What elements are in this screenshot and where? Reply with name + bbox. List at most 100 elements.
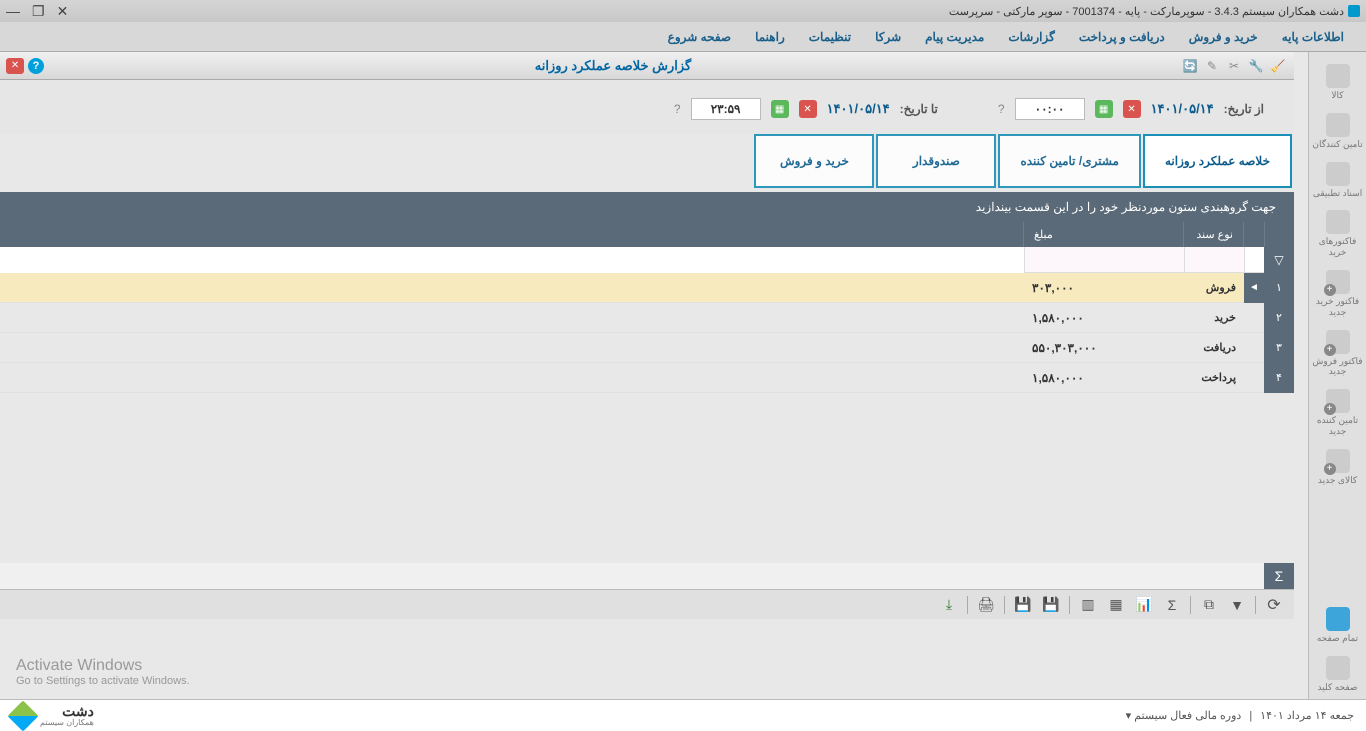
maximize-icon[interactable]: ❐	[32, 4, 45, 18]
grouping-drop-bar[interactable]: جهت گروهبندی ستون موردنظر خود را در این …	[0, 192, 1294, 222]
sidebar-label: کالا	[1331, 90, 1343, 101]
close-icon[interactable]: ✕	[57, 4, 69, 18]
menu-receive-pay[interactable]: دریافت و پرداخت	[1067, 22, 1177, 52]
from-calendar-button[interactable]: ▦	[1095, 100, 1113, 118]
chart-icon[interactable]: 📊	[1134, 595, 1154, 615]
from-help-icon[interactable]: ?	[998, 102, 1005, 116]
menu-reports[interactable]: گزارشات	[996, 22, 1066, 52]
sidebar-label: فاکتور خرید جدید	[1311, 296, 1364, 318]
sidebar-label: صفحه کلید	[1317, 682, 1357, 693]
fiscal-period-dropdown[interactable]: دوره مالی فعال سیستم ▾	[1126, 709, 1242, 722]
row-number: ۴	[1264, 363, 1294, 393]
help-button[interactable]: ?	[28, 58, 44, 74]
row-number: ۲	[1264, 303, 1294, 333]
table-row[interactable]: ۲ خرید ۱,۵۸۰,۰۰۰	[0, 303, 1294, 333]
menu-buy-sell[interactable]: خرید و فروش	[1177, 22, 1270, 52]
menu-basic-info[interactable]: اطلاعات پایه	[1270, 22, 1356, 52]
content-area: 🧹 🔧 ✂ ✎ 🔄 گزارش خلاصه عملکرد روزانه ? ✕ …	[0, 52, 1294, 699]
sidebar-item-docs[interactable]: اسناد تطبیقی	[1309, 156, 1366, 205]
sidebar-item-new-purchase[interactable]: فاکتور خرید جدید	[1309, 264, 1366, 324]
scissors-icon[interactable]: ✂	[1226, 58, 1242, 74]
filter-toolbar-icon[interactable]: ▼	[1227, 595, 1247, 615]
to-date-label: تا تاریخ:	[900, 102, 938, 116]
tab-buy-sell[interactable]: خرید و فروش	[754, 134, 874, 188]
main-menu: اطلاعات پایه خرید و فروش دریافت و پرداخت…	[0, 22, 1366, 52]
minimize-icon[interactable]: —	[6, 4, 20, 18]
from-date-value[interactable]: ۱۴۰۱/۰۵/۱۴	[1151, 101, 1214, 117]
table-row[interactable]: ۱ ◄ فروش ۳۰۳,۰۰۰	[0, 273, 1294, 303]
sidebar-item-new-sale[interactable]: فاکتور فروش جدید	[1309, 324, 1366, 384]
to-help-icon[interactable]: ?	[674, 102, 681, 116]
filter-amount-cell[interactable]	[1024, 247, 1184, 273]
to-date-group: تا تاریخ: ۱۴۰۱/۰۵/۱۴ ✕ ▦ ?	[674, 98, 938, 120]
sigma-toolbar-icon[interactable]: Σ	[1162, 595, 1182, 615]
status-right: جمعه ۱۴ مرداد ۱۴۰۱ | دوره مالی فعال سیست…	[1126, 709, 1354, 722]
header-rownum	[1264, 222, 1294, 247]
menu-settings[interactable]: تنظیمات	[797, 22, 863, 52]
sidebar-item-keyboard[interactable]: صفحه کلید	[1309, 650, 1366, 699]
table-row[interactable]: ۴ پرداخت ۱,۵۸۰,۰۰۰	[0, 363, 1294, 393]
tab-daily-summary[interactable]: خلاصه عملکرد روزانه	[1143, 134, 1292, 188]
filter-add-icon[interactable]: 🧹	[1270, 58, 1286, 74]
menu-help[interactable]: راهنما	[743, 22, 797, 52]
filter-arrow-cell	[1244, 247, 1264, 273]
tab-cashier[interactable]: صندوقدار	[876, 134, 996, 188]
menu-messages[interactable]: مدیریت پیام	[913, 22, 996, 52]
export-excel-icon[interactable]: ⤓	[939, 595, 959, 615]
sidebar-label: کالای جدید	[1318, 475, 1357, 486]
grid-icon[interactable]: ▦	[1106, 595, 1126, 615]
title-text: دشت همکاران سیستم 3.4.3 - سوپرمارکت - پا…	[949, 5, 1344, 18]
sidebar-label: فاکتورهای خرید	[1311, 236, 1364, 258]
from-date-label: از تاریخ:	[1224, 102, 1264, 116]
invoice-plus-icon	[1326, 270, 1350, 294]
row-number: ۳	[1264, 333, 1294, 363]
wrench-icon[interactable]: 🔧	[1248, 58, 1264, 74]
sidebar-label: تامین کنندگان	[1312, 139, 1362, 150]
status-bar: جمعه ۱۴ مرداد ۱۴۰۱ | دوره مالی فعال سیست…	[0, 699, 1366, 731]
header-arrow	[1243, 222, 1264, 247]
header-amount[interactable]: مبلغ	[1023, 222, 1183, 247]
row-amount: ۱,۵۸۰,۰۰۰	[1024, 311, 1184, 325]
sidebar-item-suppliers[interactable]: تامین کنندگان	[1309, 107, 1366, 156]
copy-icon[interactable]: ⧉	[1199, 595, 1219, 615]
table-header-row: نوع سند مبلغ	[0, 222, 1294, 247]
clear-from-date-button[interactable]: ✕	[1123, 100, 1141, 118]
row-amount: ۳۰۳,۰۰۰	[1024, 281, 1184, 295]
sidebar-item-new-supplier[interactable]: تامین کننده جدید	[1309, 383, 1366, 443]
sidebar-item-new-good[interactable]: کالای جدید	[1309, 443, 1366, 492]
from-date-group: از تاریخ: ۱۴۰۱/۰۵/۱۴ ✕ ▦ ?	[998, 98, 1264, 120]
invoice-icon	[1326, 210, 1350, 234]
close-tab-button[interactable]: ✕	[6, 58, 24, 74]
bottom-toolbar: ⟳ ▼ ⧉ Σ 📊 ▦ ▥ 💾 💾 🖨 ⤓	[0, 589, 1294, 619]
sidebar-item-fullscreen[interactable]: تمام صفحه	[1309, 601, 1366, 650]
sidebar-item-goods[interactable]: کالا	[1309, 58, 1366, 107]
row-type: فروش	[1184, 281, 1244, 294]
header-doc-type[interactable]: نوع سند	[1183, 222, 1243, 247]
save-as-icon[interactable]: 💾	[1013, 595, 1033, 615]
save-icon[interactable]: 💾	[1041, 595, 1061, 615]
reload-icon[interactable]: ⟳	[1264, 595, 1284, 615]
to-calendar-button[interactable]: ▦	[771, 100, 789, 118]
filter-type-cell[interactable]	[1184, 247, 1244, 273]
columns-icon[interactable]: ▥	[1078, 595, 1098, 615]
row-type: پرداخت	[1184, 371, 1244, 384]
doc-icon	[1326, 162, 1350, 186]
report-tabs: خلاصه عملکرد روزانه مشتری/ تامین کننده ص…	[0, 134, 1294, 188]
sidebar-item-purchase-invoices[interactable]: فاکتورهای خرید	[1309, 204, 1366, 264]
to-time-input[interactable]	[691, 98, 761, 120]
print-icon[interactable]: 🖨	[976, 595, 996, 615]
sigma-icon[interactable]: Σ	[1264, 563, 1294, 589]
edit-icon[interactable]: ✎	[1204, 58, 1220, 74]
sidebar-label: تامین کننده جدید	[1311, 415, 1364, 437]
from-time-input[interactable]	[1015, 98, 1085, 120]
clear-to-date-button[interactable]: ✕	[799, 100, 817, 118]
refresh-icon[interactable]: 🔄	[1182, 58, 1198, 74]
menu-partners[interactable]: شرکا	[863, 22, 913, 52]
footer-logo: دشت همکاران سیستم	[12, 704, 94, 727]
menu-start-page[interactable]: صفحه شروع	[656, 22, 743, 52]
filter-icon[interactable]: ▽	[1264, 247, 1294, 273]
to-date-value[interactable]: ۱۴۰۱/۰۵/۱۴	[827, 101, 890, 117]
tab-customer-supplier[interactable]: مشتری/ تامین کننده	[998, 134, 1141, 188]
row-pointer-icon	[1244, 303, 1264, 333]
table-row[interactable]: ۳ دریافت ۵۵۰,۳۰۳,۰۰۰	[0, 333, 1294, 363]
